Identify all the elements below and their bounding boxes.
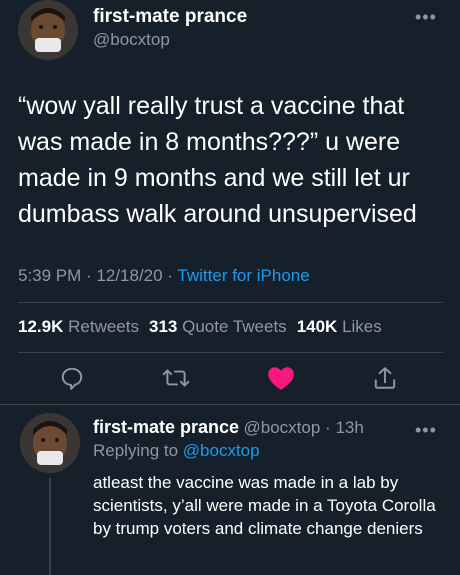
share-button[interactable]	[370, 363, 400, 393]
meta-separator: ·	[320, 418, 336, 437]
meta-separator: ·	[162, 266, 178, 285]
reply-avatar[interactable]	[20, 413, 80, 473]
reply-age[interactable]: 13h	[335, 418, 363, 437]
replying-to-label: Replying to	[93, 441, 179, 460]
like-button[interactable]	[266, 363, 296, 393]
display-name[interactable]: first-mate prance	[93, 6, 247, 28]
quotes-label: Quote Tweets	[182, 317, 287, 336]
likes-stat[interactable]: 140K Likes	[297, 317, 382, 336]
divider	[0, 404, 460, 405]
retweet-icon	[162, 369, 190, 387]
retweets-stat[interactable]: 12.9K Retweets	[18, 317, 139, 336]
tweet-time: 5:39 PM	[18, 266, 82, 285]
quotes-stat[interactable]: 313 Quote Tweets	[149, 317, 287, 336]
meta-separator: ·	[81, 266, 97, 285]
share-icon	[374, 367, 396, 389]
more-icon[interactable]: •••	[415, 8, 437, 26]
likes-count: 140K	[296, 317, 338, 336]
replying-to: Replying to @bocxtop	[93, 441, 260, 461]
tweet-text: “wow yall really trust a vaccine that wa…	[18, 92, 417, 228]
quotes-count: 313	[148, 317, 178, 336]
divider	[18, 302, 443, 303]
divider	[18, 352, 443, 353]
tweet-source[interactable]: Twitter for iPhone	[177, 266, 309, 285]
reply-header: first-mate prance @bocxtop · 13h	[93, 417, 364, 438]
reply-handle[interactable]: @bocxtop	[244, 418, 321, 437]
reply-button[interactable]	[57, 363, 87, 393]
thread-line	[49, 478, 51, 575]
retweet-button[interactable]	[161, 363, 191, 393]
tweet-meta: 5:39 PM · 12/18/20 · Twitter for iPhone	[18, 266, 310, 286]
reply-display-name[interactable]: first-mate prance	[93, 417, 239, 437]
reply-text: atleast the vaccine was made in a lab by…	[93, 473, 436, 538]
retweets-count: 12.9K	[18, 317, 64, 336]
retweets-label: Retweets	[68, 317, 139, 336]
likes-label: Likes	[342, 317, 382, 336]
user-handle[interactable]: @bocxtop	[93, 30, 170, 50]
tweet-date: 12/18/20	[96, 266, 163, 285]
avatar[interactable]	[18, 0, 78, 60]
reply-icon	[61, 367, 83, 390]
tweet-stats: 12.9K Retweets 313 Quote Tweets 140K Likes	[18, 317, 382, 337]
replying-to-handle[interactable]: @bocxtop	[183, 441, 260, 460]
more-icon[interactable]: •••	[415, 421, 437, 439]
heart-icon	[268, 367, 294, 390]
